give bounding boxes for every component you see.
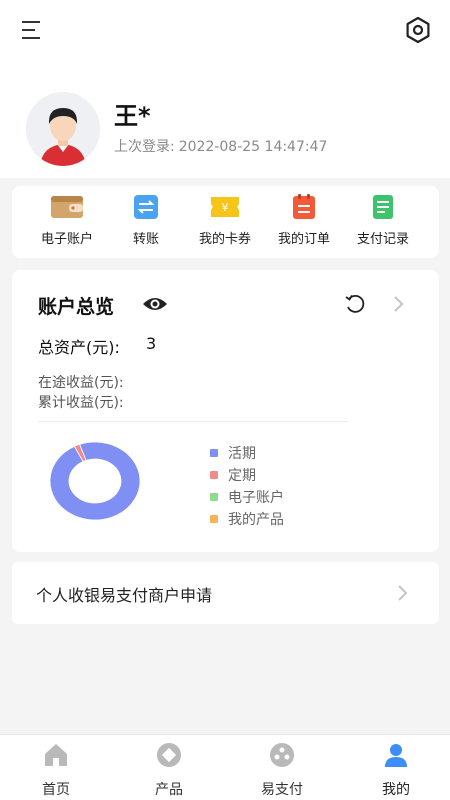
legend-swatch bbox=[210, 449, 218, 457]
tab-label: 易支付 bbox=[261, 782, 303, 798]
merchant-application-row[interactable]: 个人收银易支付商户申请 bbox=[12, 562, 439, 624]
avatar-person-icon bbox=[26, 92, 100, 166]
legend-label: 电子账户 bbox=[228, 490, 284, 506]
total-assets-label: 总资产(元): bbox=[38, 338, 120, 357]
merchant-application-label: 个人收银易支付商户申请 bbox=[36, 586, 213, 605]
total-assets-value: 3 bbox=[146, 334, 157, 353]
hamburger-menu-icon[interactable] bbox=[20, 18, 44, 42]
legend-item: 定期 bbox=[210, 464, 390, 486]
last-login-label: 上次登录: bbox=[114, 139, 175, 155]
quick-electronic-account[interactable]: 电子账户 bbox=[28, 194, 106, 254]
refresh-icon[interactable] bbox=[343, 292, 367, 316]
profile-section: 王* 上次登录: 2022-08-25 14:47:47 bbox=[0, 60, 450, 178]
chevron-right-icon bbox=[398, 585, 408, 601]
tab-home[interactable]: 首页 bbox=[16, 741, 96, 799]
eye-icon[interactable] bbox=[142, 294, 168, 314]
legend-item: 电子账户 bbox=[210, 486, 390, 508]
quick-payment-records[interactable]: 支付记录 bbox=[344, 194, 422, 254]
quick-label: 我的订单 bbox=[277, 232, 330, 247]
legend-swatch bbox=[210, 493, 218, 501]
value-mask bbox=[156, 332, 196, 356]
quick-label: 电子账户 bbox=[40, 232, 93, 247]
quick-transfer[interactable]: 转账 bbox=[107, 194, 185, 254]
legend-item: 我的产品 bbox=[210, 508, 390, 530]
top-bar bbox=[0, 0, 450, 60]
wallet-icon bbox=[51, 196, 83, 218]
avatar[interactable] bbox=[26, 92, 100, 166]
legend-label: 定期 bbox=[228, 468, 256, 484]
last-login-time: 2022-08-25 14:47:47 bbox=[178, 139, 328, 155]
user-icon bbox=[385, 744, 407, 767]
legend-label: 活期 bbox=[228, 446, 256, 462]
quick-label: 支付记录 bbox=[356, 232, 409, 247]
quick-label: 转账 bbox=[132, 232, 159, 247]
user-name: 王* bbox=[114, 102, 151, 130]
chevron-right-icon[interactable] bbox=[393, 294, 405, 314]
tab-label: 首页 bbox=[42, 782, 70, 798]
transfer-icon bbox=[134, 195, 158, 219]
coupon-icon: ¥ bbox=[211, 197, 239, 217]
divider bbox=[38, 421, 348, 422]
quick-orders[interactable]: 我的订单 bbox=[265, 194, 343, 254]
tab-products[interactable]: 产品 bbox=[129, 741, 209, 799]
account-overview-card: 账户总览 总资产(元): 3 在途收益(元): 累计收益(元): 活期 定期 电… bbox=[12, 270, 439, 552]
overview-title: 账户总览 bbox=[38, 296, 115, 318]
quick-coupons[interactable]: ¥ 我的卡券 bbox=[186, 194, 264, 254]
bottom-tab-bar: 首页 产品 易支付 我的 bbox=[0, 734, 450, 800]
legend-swatch bbox=[210, 515, 218, 523]
last-login: 上次登录: 2022-08-25 14:47:47 bbox=[114, 136, 331, 156]
tab-easy-pay[interactable]: 易支付 bbox=[242, 741, 322, 799]
svg-text:¥: ¥ bbox=[222, 201, 229, 214]
product-icon bbox=[157, 743, 181, 767]
tab-label: 我的 bbox=[382, 782, 410, 798]
donut-slice bbox=[49, 441, 141, 521]
settings-icon[interactable] bbox=[404, 16, 432, 44]
pay-icon bbox=[270, 743, 294, 767]
legend-label: 我的产品 bbox=[228, 512, 284, 528]
order-icon bbox=[293, 194, 315, 219]
quick-actions: 电子账户 转账 ¥ 我的卡券 我的订单 支付记录 bbox=[12, 186, 439, 258]
tab-mine[interactable]: 我的 bbox=[356, 741, 436, 799]
asset-donut-chart bbox=[49, 441, 141, 521]
in-transit-income-label: 在途收益(元): bbox=[38, 375, 124, 391]
home-icon bbox=[45, 744, 67, 766]
tab-label: 产品 bbox=[155, 782, 183, 798]
record-icon bbox=[373, 195, 393, 219]
quick-label: 我的卡券 bbox=[198, 232, 251, 247]
legend-swatch bbox=[210, 471, 218, 479]
chart-legend: 活期 定期 电子账户 我的产品 bbox=[210, 442, 390, 530]
legend-item: 活期 bbox=[210, 442, 390, 464]
cumulative-income-label: 累计收益(元): bbox=[38, 395, 124, 411]
